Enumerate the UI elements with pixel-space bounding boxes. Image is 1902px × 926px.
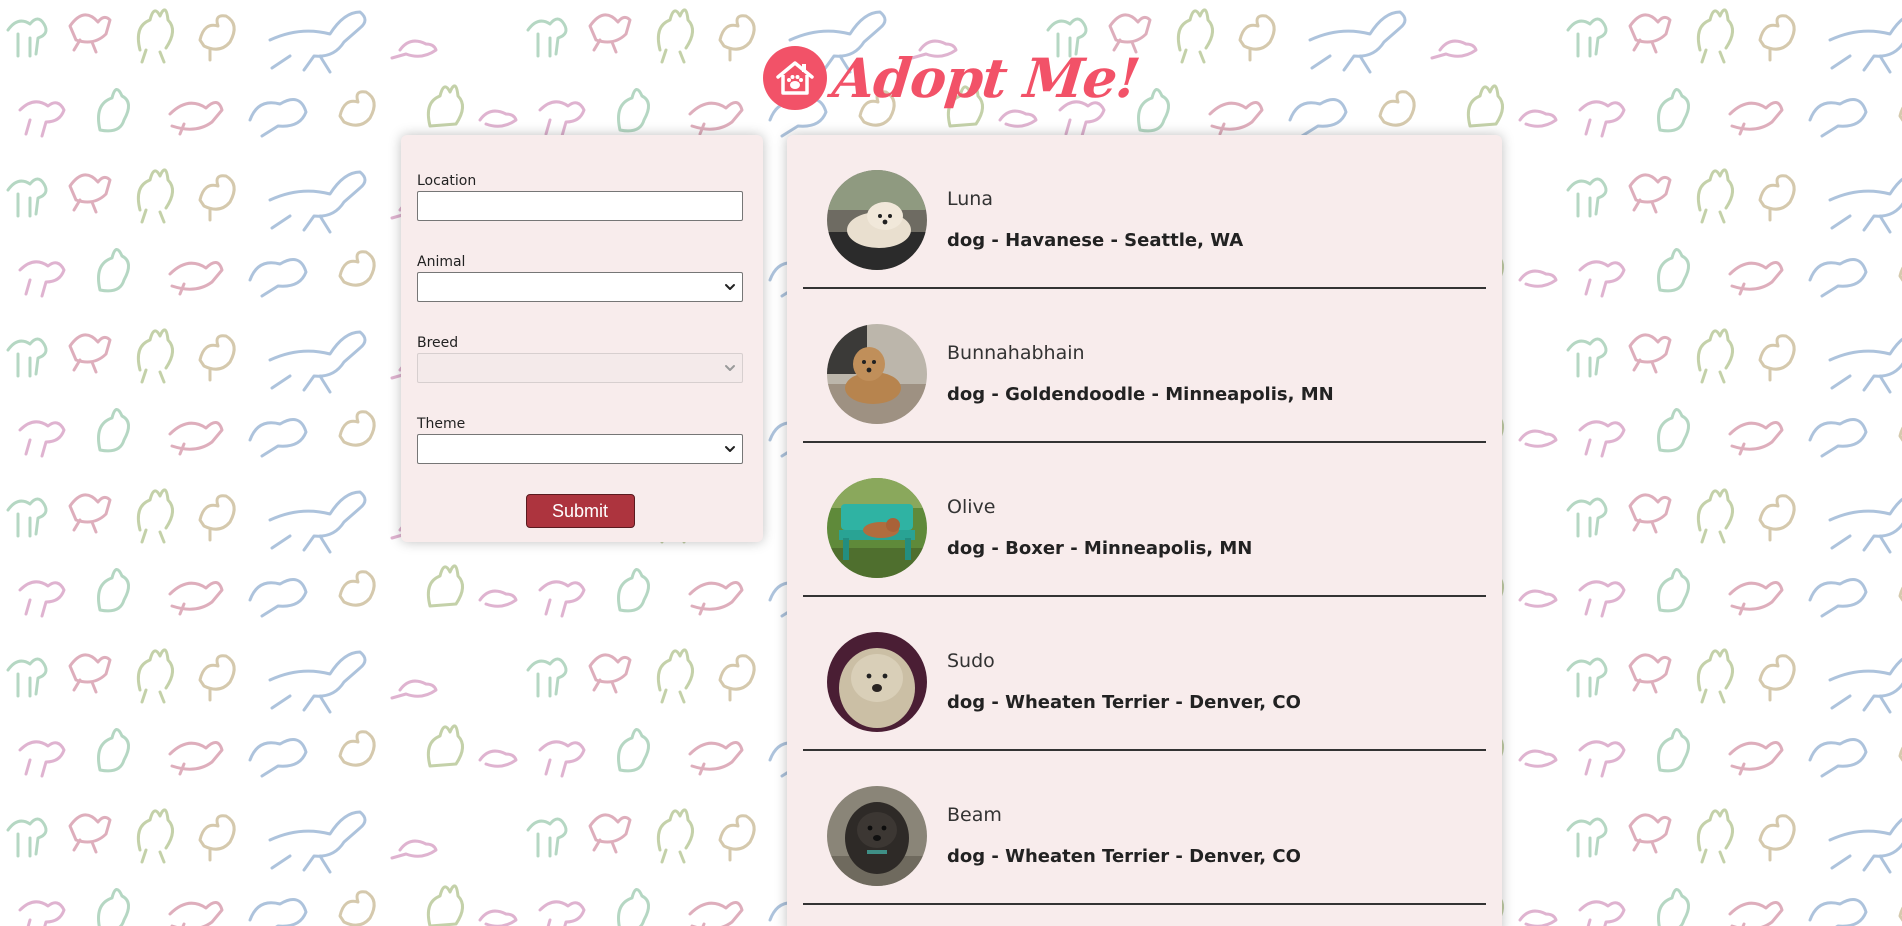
pet-name: Olive — [947, 496, 996, 518]
pet-photo — [827, 478, 927, 578]
pet-photo — [827, 324, 927, 424]
animal-select[interactable] — [417, 272, 743, 302]
search-form: Location Animal Breed Theme Submit — [401, 135, 763, 542]
submit-button[interactable]: Submit — [525, 494, 635, 528]
pet-photo — [827, 170, 927, 270]
pet-photo — [827, 786, 927, 886]
breed-select[interactable] — [417, 353, 743, 383]
pet-description: dog - Wheaten Terrier - Denver, CO — [947, 846, 1301, 867]
pet-card[interactable]: Olive dog - Boxer - Minneapolis, MN — [803, 443, 1486, 597]
location-field: Location — [417, 173, 743, 221]
breed-label: Breed — [417, 335, 459, 351]
pet-name: Beam — [947, 804, 1002, 826]
pet-name: Bunnahabhain — [947, 342, 1085, 364]
results-list: Luna dog - Havanese - Seattle, WA Bunnah… — [787, 135, 1502, 926]
pet-description: dog - Goldendoodle - Minneapolis, MN — [947, 384, 1334, 405]
chevron-down-icon — [725, 446, 735, 452]
pet-description: dog - Wheaten Terrier - Denver, CO — [947, 692, 1301, 713]
pet-description: dog - Boxer - Minneapolis, MN — [947, 538, 1253, 559]
theme-field: Theme — [417, 416, 743, 464]
pet-card[interactable]: Beam dog - Wheaten Terrier - Denver, CO — [803, 751, 1486, 905]
logo-text: Adopt Me! — [829, 46, 1143, 110]
animal-field: Animal — [417, 254, 743, 302]
pet-description: dog - Havanese - Seattle, WA — [947, 230, 1244, 251]
pet-card[interactable]: Bunnahabhain dog - Goldendoodle - Minnea… — [803, 289, 1486, 443]
pet-card[interactable]: Sudo dog - Wheaten Terrier - Denver, CO — [803, 597, 1486, 751]
logo-link[interactable]: Adopt Me! — [762, 46, 1142, 110]
chevron-down-icon — [725, 284, 735, 290]
animal-label: Animal — [417, 254, 466, 270]
house-paw-icon — [762, 46, 827, 110]
pet-photo — [827, 632, 927, 732]
chevron-down-icon — [725, 365, 735, 371]
pet-name: Sudo — [947, 650, 995, 672]
location-label: Location — [417, 173, 477, 189]
breed-field: Breed — [417, 335, 743, 383]
pet-card[interactable]: Luna dog - Havanese - Seattle, WA — [803, 135, 1486, 289]
header: Adopt Me! — [0, 36, 1902, 120]
theme-select[interactable] — [417, 434, 743, 464]
theme-label: Theme — [417, 416, 466, 432]
pet-name: Luna — [947, 188, 993, 210]
location-input[interactable] — [417, 191, 743, 221]
